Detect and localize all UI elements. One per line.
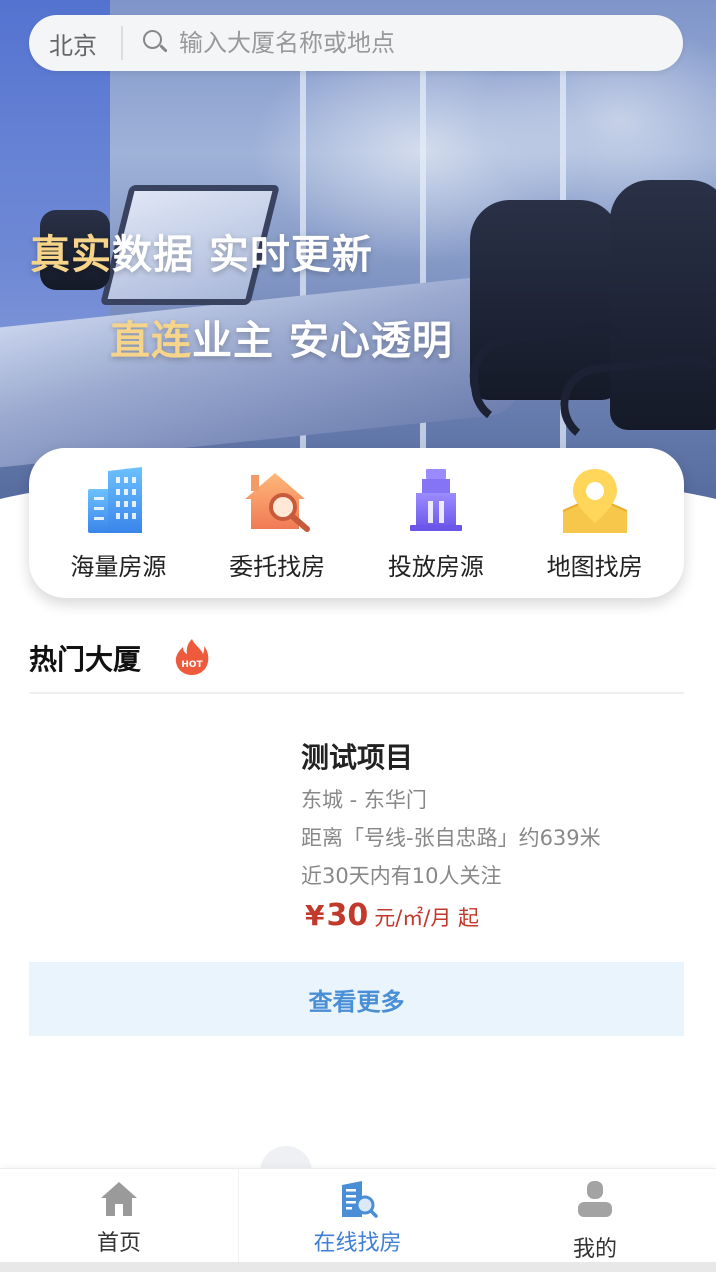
- banner-slogan-line1: 真实数据 实时更新: [30, 222, 373, 280]
- search-building-icon: [338, 1179, 378, 1219]
- building-price: ¥30 元/㎡/月 起: [305, 898, 479, 933]
- tab-label: 在线找房: [313, 1231, 402, 1256]
- city-selector[interactable]: 北京: [29, 26, 121, 61]
- quick-menu: 海量房源 委托找房 投放房源 地图找房: [29, 448, 684, 598]
- menu-label: 委托找房: [229, 552, 326, 581]
- tower-icon: [400, 465, 472, 537]
- tab-online-search[interactable]: 在线找房: [238, 1169, 476, 1269]
- building-distance: 距离「号线-张自忠路」约639米: [301, 826, 601, 850]
- menu-item-map[interactable]: 地图找房: [520, 465, 670, 582]
- price-value: 30: [326, 898, 369, 933]
- window-frame: [420, 70, 426, 490]
- search-icon: [143, 30, 169, 56]
- bottom-tabbar: 首页 在线找房 我的: [0, 1168, 716, 1272]
- section-divider: [29, 692, 684, 694]
- building-icon: [82, 465, 154, 537]
- tab-label: 首页: [96, 1231, 141, 1256]
- menu-label: 地图找房: [546, 552, 643, 581]
- menu-item-listings[interactable]: 海量房源: [43, 465, 193, 582]
- slogan-text: 业主 安心透明: [192, 318, 453, 364]
- view-more-button[interactable]: 查看更多: [29, 962, 684, 1036]
- house-search-icon: [241, 465, 313, 537]
- user-icon: [575, 1179, 615, 1219]
- home-icon: [99, 1179, 139, 1219]
- menu-item-entrust[interactable]: 委托找房: [202, 465, 352, 582]
- search-divider: [121, 26, 123, 60]
- building-followers: 近30天内有10人关注: [301, 864, 502, 888]
- menu-label: 投放房源: [387, 552, 484, 581]
- building-thumbnail: [29, 732, 279, 932]
- section-title-hot: 热门大厦: [29, 643, 142, 676]
- map-pin-icon: [559, 465, 631, 537]
- tab-label: 我的: [572, 1237, 617, 1262]
- price-unit: 元/㎡/月 起: [374, 906, 480, 930]
- slogan-text: 数据 实时更新: [112, 232, 373, 278]
- slogan-highlight: 真实: [30, 232, 112, 278]
- menu-label: 海量房源: [70, 552, 167, 581]
- search-input[interactable]: [179, 29, 659, 57]
- search-bar: 北京: [29, 15, 683, 71]
- tab-me[interactable]: 我的: [476, 1169, 714, 1269]
- hero-banner: 真实数据 实时更新 直连业主 安心透明: [0, 0, 716, 510]
- slogan-highlight: 直连: [110, 318, 192, 364]
- building-name: 测试项目: [301, 741, 414, 774]
- svg-text:HOT: HOT: [181, 660, 203, 670]
- price-currency: ¥: [305, 899, 325, 932]
- building-area: 东城 - 东华门: [301, 788, 427, 812]
- building-card[interactable]: 测试项目 东城 - 东华门 距离「号线-张自忠路」约639米 近30天内有10人…: [29, 722, 684, 942]
- menu-item-post-listing[interactable]: 投放房源: [361, 465, 511, 582]
- tab-home[interactable]: 首页: [0, 1169, 238, 1269]
- bottom-strip: [0, 1262, 716, 1272]
- banner-slogan-line2: 直连业主 安心透明: [110, 308, 453, 366]
- hot-fire-icon: HOT: [175, 638, 209, 676]
